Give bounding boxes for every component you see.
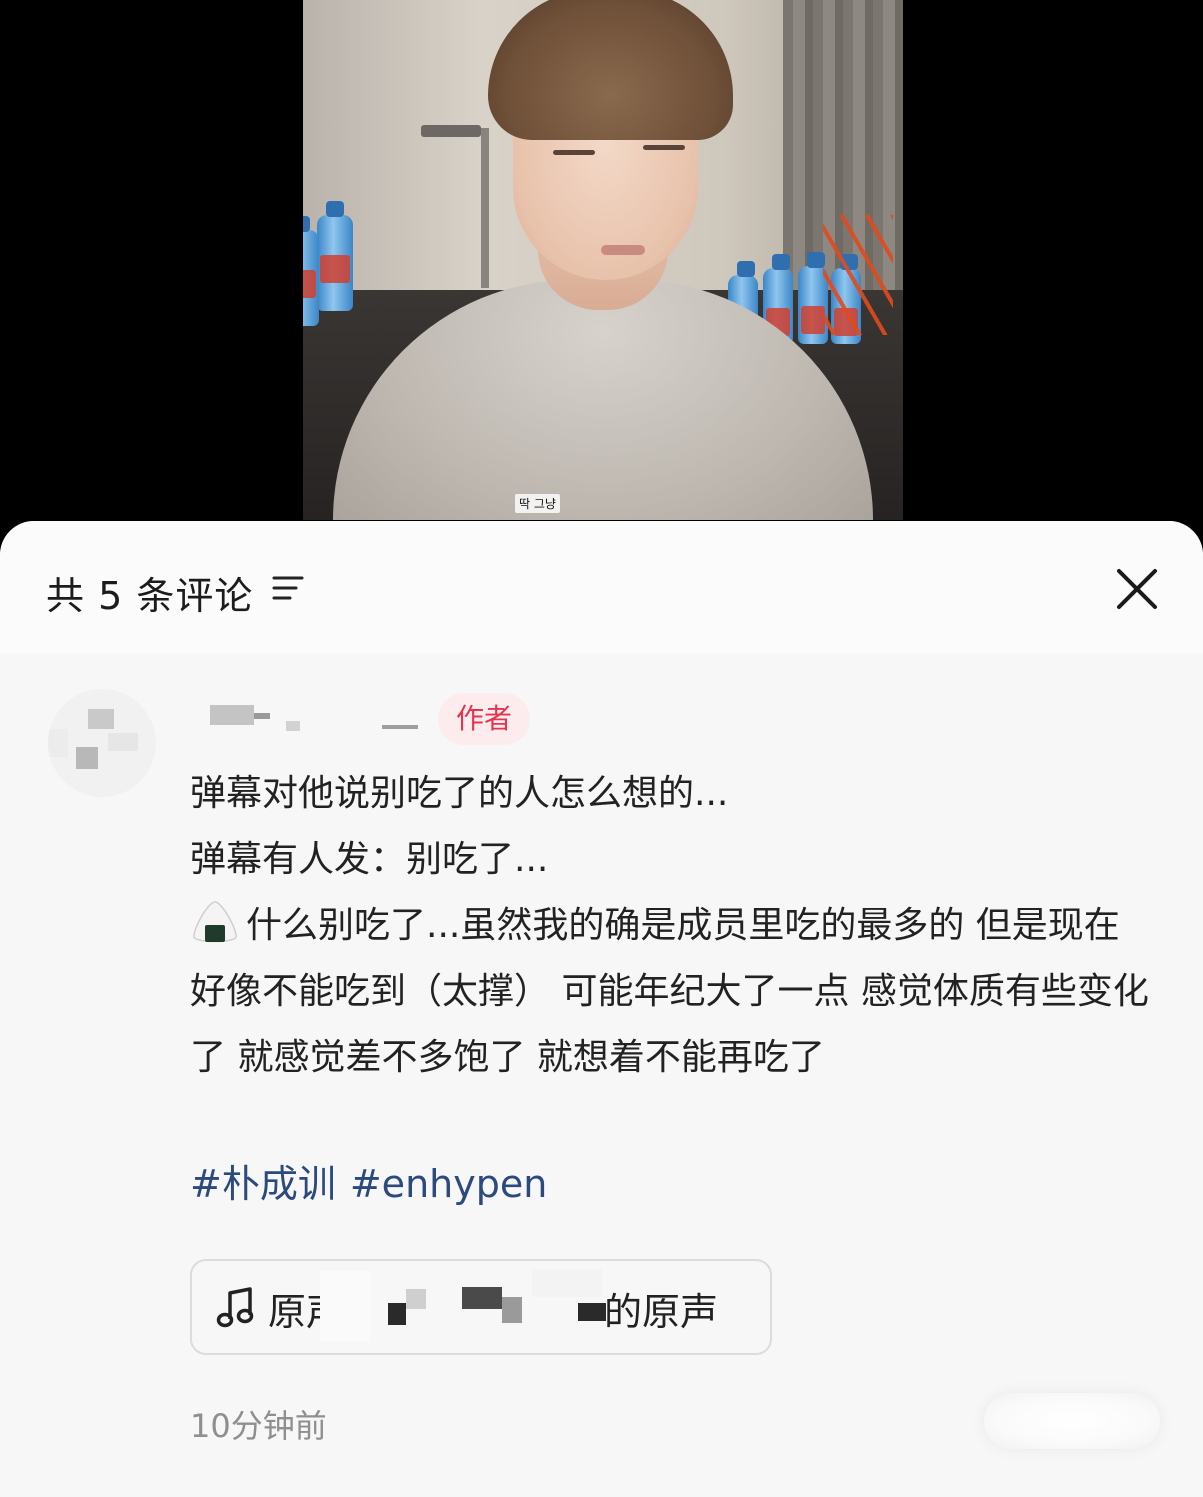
- hashtag-link[interactable]: #朴成训: [190, 1162, 336, 1206]
- comments-header: 共 5 条评论: [0, 521, 1203, 653]
- chopsticks: [823, 215, 893, 335]
- like-button-redacted[interactable]: [984, 1393, 1160, 1449]
- person-hair: [488, 0, 733, 140]
- comment-paragraph: 什么别吃了...虽然我的确是成员里吃的最多的 但是现在好像不能吃到（太撑） 可能…: [190, 893, 1150, 1091]
- video-player[interactable]: 딱 그냥: [0, 0, 1203, 540]
- hashtag-link[interactable]: #enhypen: [350, 1162, 547, 1206]
- sound-label-suffix: 的原声: [604, 1290, 719, 1334]
- close-x-icon[interactable]: [1114, 566, 1160, 612]
- comment-count-title: 共 5 条评论: [46, 574, 254, 618]
- comment-line: 弹幕对他说别吃了的人怎么想的...: [190, 773, 729, 814]
- video-frame[interactable]: 딱 그냥: [303, 0, 903, 520]
- lamp-pole: [481, 128, 489, 288]
- original-sound-button[interactable]: 原声 的原声: [190, 1259, 772, 1355]
- username-redacted[interactable]: [190, 691, 420, 741]
- comment-text: 弹幕对他说别吃了的人怎么想的... 弹幕有人发：别吃了... 什么别吃了...虽…: [190, 761, 1150, 1091]
- comment-line: 弹幕有人发：别吃了...: [190, 839, 549, 880]
- lamp: [421, 125, 481, 137]
- comment-paragraph-text: 什么别吃了...虽然我的确是成员里吃的最多的 但是现在好像不能吃到（太撑） 可能…: [190, 905, 1149, 1078]
- water-bottle: [303, 216, 319, 326]
- filter-lines-icon[interactable]: [270, 573, 306, 603]
- eye: [643, 145, 685, 150]
- mouth: [601, 245, 645, 255]
- hashtags: #朴成训 #enhypen: [190, 1151, 561, 1217]
- water-bottle: [317, 201, 353, 311]
- onigiri-icon: [190, 899, 240, 945]
- author-badge: 作者: [438, 693, 530, 745]
- music-note-icon: [216, 1287, 254, 1328]
- comment-timestamp: 10分钟前: [190, 1407, 327, 1445]
- comments-sheet: 共 5 条评论 作者 弹幕对他说别吃了的人怎么想的... 弹幕有人发：别吃了..…: [0, 521, 1203, 1497]
- eye: [553, 150, 595, 155]
- video-subtitle: 딱 그냥: [515, 494, 560, 513]
- avatar[interactable]: [48, 689, 156, 797]
